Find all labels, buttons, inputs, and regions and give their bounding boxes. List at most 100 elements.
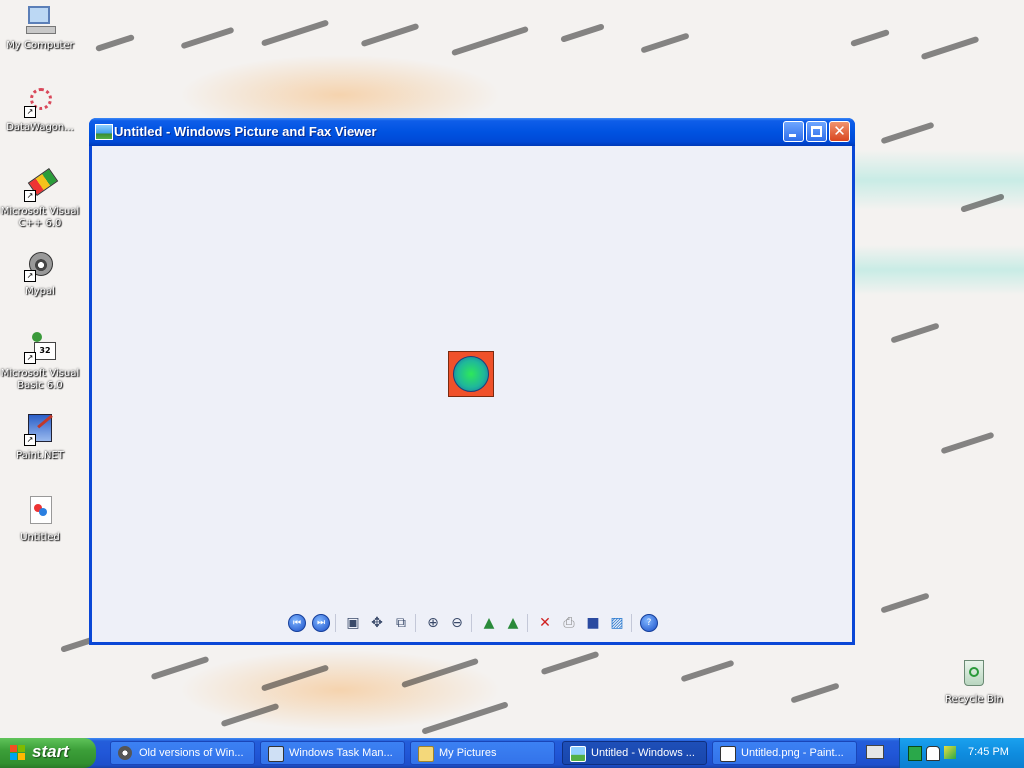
desktop-icon-datawagon[interactable]: ↗ DataWagon... <box>0 86 80 134</box>
desktop: My Computer ↗ DataWagon... ↗ Microsoft V… <box>0 0 1024 738</box>
rotate-clockwise-button[interactable]: ▲ <box>480 614 498 632</box>
desktop-icon-label: Recycle Bin <box>945 694 1003 705</box>
actual-size-button[interactable]: ✥ <box>368 614 386 632</box>
wallpaper-streak <box>220 702 280 728</box>
wallpaper-streak <box>180 26 235 50</box>
previous-image-button[interactable]: ⏮ <box>288 614 306 632</box>
keyboard-layout-icon[interactable] <box>866 745 884 759</box>
wallpaper-streak <box>680 659 735 683</box>
network-icon[interactable] <box>908 746 922 761</box>
open-for-editing-button[interactable]: ▨ <box>608 614 626 632</box>
mypal-icon: ↗ <box>24 250 56 282</box>
next-image-button[interactable]: ⏭ <box>312 614 330 632</box>
desktop-icon-my-computer[interactable]: My Computer <box>0 4 80 52</box>
desktop-icon-label: Paint.NET <box>16 450 64 461</box>
paint-icon <box>720 746 736 762</box>
taskbar-button-label: Untitled - Windows ... <box>591 747 695 759</box>
maximize-button[interactable] <box>806 121 827 142</box>
desktop-icon-label: My Computer <box>6 40 74 51</box>
clock[interactable]: 7:45 PM <box>968 746 1009 758</box>
slideshow-button[interactable]: ⧉ <box>392 614 410 632</box>
mypal-icon <box>118 746 132 760</box>
desktop-icon-label: Microsoft Visual C++ 6.0 <box>0 206 80 229</box>
save-button[interactable]: ■ <box>584 614 602 632</box>
minimize-icon <box>789 134 796 137</box>
visual-cpp-icon: ↗ <box>24 167 59 202</box>
wallpaper-streak <box>260 664 330 692</box>
wallpaper-streak <box>880 592 930 614</box>
wallpaper-streak <box>880 121 935 145</box>
wallpaper-streak <box>260 19 330 47</box>
delete-button[interactable]: ✕ <box>536 614 554 632</box>
minimize-button[interactable] <box>783 121 804 142</box>
best-fit-button[interactable]: ▣ <box>344 614 362 632</box>
rotate-counterclockwise-icon: ▲ <box>507 615 519 631</box>
taskbar-button-task-manager[interactable]: Windows Task Man... <box>260 741 405 765</box>
next-image-icon: ⏭ <box>316 618 326 628</box>
folder-icon <box>418 746 434 762</box>
maximize-icon <box>811 126 822 137</box>
wallpaper-streak <box>451 25 529 57</box>
best-fit-icon: ▣ <box>346 615 360 631</box>
taskbar-button-label: Windows Task Man... <box>289 747 393 759</box>
rotate-counterclockwise-button[interactable]: ▲ <box>504 614 522 632</box>
volume-icon[interactable] <box>944 746 956 759</box>
windows-logo-icon <box>10 745 26 761</box>
window-title: Untitled - Windows Picture and Fax Viewe… <box>114 124 377 139</box>
picture-viewer-window: Untitled - Windows Picture and Fax Viewe… <box>89 118 855 645</box>
wallpaper-streak <box>640 32 690 54</box>
taskbar-button-picture-viewer[interactable]: Untitled - Windows ... <box>562 741 707 765</box>
wallpaper-streak <box>540 650 600 676</box>
zoom-out-button[interactable]: ⊖ <box>448 614 466 632</box>
delete-icon: ✕ <box>539 615 551 631</box>
desktop-icon-untitled[interactable]: Untitled <box>0 496 80 544</box>
task-manager-icon <box>268 746 284 762</box>
close-button[interactable]: ✕ <box>829 121 850 142</box>
desktop-icon-visual-basic[interactable]: 32 ↗ Microsoft Visual Basic 6.0 <box>0 332 80 392</box>
image-circle <box>453 356 489 392</box>
desktop-icon-mypal[interactable]: ↗ Mypal <box>0 250 80 298</box>
desktop-icon-paint-net[interactable]: ↗ Paint.NET <box>0 414 80 462</box>
taskbar-button-paint[interactable]: Untitled.png - Paint... <box>712 741 857 765</box>
toolbar-separator <box>631 614 632 632</box>
close-icon: ✕ <box>833 122 846 140</box>
title-bar[interactable]: Untitled - Windows Picture and Fax Viewe… <box>89 118 855 146</box>
help-button[interactable]: ? <box>640 614 658 632</box>
image-file-icon <box>24 496 56 528</box>
taskbar-button-mypal[interactable]: Old versions of Win... <box>110 741 255 765</box>
datawagon-icon: ↗ <box>24 86 56 118</box>
toolbar-separator <box>527 614 528 632</box>
wallpaper-streak <box>920 35 980 61</box>
previous-image-icon: ⏮ <box>292 618 302 628</box>
recycle-bin-icon <box>958 658 990 690</box>
zoom-in-button[interactable]: ⊕ <box>424 614 442 632</box>
toolbar-separator <box>471 614 472 632</box>
taskbar: start Old versions of Win... Windows Tas… <box>0 738 1024 768</box>
wallpaper-streak <box>560 23 605 43</box>
print-button[interactable]: ⎙ <box>560 614 578 632</box>
wallpaper-streak <box>890 322 940 344</box>
visual-basic-icon: 32 ↗ <box>24 332 56 364</box>
zoom-out-icon: ⊖ <box>451 615 463 631</box>
taskbar-button-label: Untitled.png - Paint... <box>741 747 844 759</box>
wallpaper-streak <box>401 657 479 689</box>
system-tray: 7:45 PM <box>899 738 1024 768</box>
wallpaper-streak <box>421 701 509 735</box>
save-icon: ■ <box>586 615 600 631</box>
shortcut-arrow-icon: ↗ <box>24 270 36 282</box>
displayed-image <box>448 351 494 397</box>
start-button[interactable]: start <box>0 738 96 768</box>
image-display-area: ⏮ ⏭ ▣ ✥ ⧉ ⊕ ⊖ ▲ ▲ ✕ ⎙ ■ ▨ ? <box>92 146 852 642</box>
wallpaper-streak <box>850 28 890 48</box>
wallpaper-streak <box>960 193 1005 213</box>
rotate-clockwise-icon: ▲ <box>483 615 495 631</box>
security-lock-icon[interactable] <box>926 746 940 761</box>
desktop-icon-visual-cpp[interactable]: ↗ Microsoft Visual C++ 6.0 <box>0 167 80 230</box>
taskbar-button-my-pictures[interactable]: My Pictures <box>410 741 555 765</box>
desktop-icon-recycle-bin[interactable]: Recycle Bin <box>934 658 1014 706</box>
desktop-icon-label: Untitled <box>20 532 60 543</box>
picture-viewer-icon <box>570 746 586 762</box>
print-icon: ⎙ <box>563 615 575 631</box>
wallpaper-streak <box>150 655 210 681</box>
shortcut-arrow-icon: ↗ <box>24 106 36 118</box>
